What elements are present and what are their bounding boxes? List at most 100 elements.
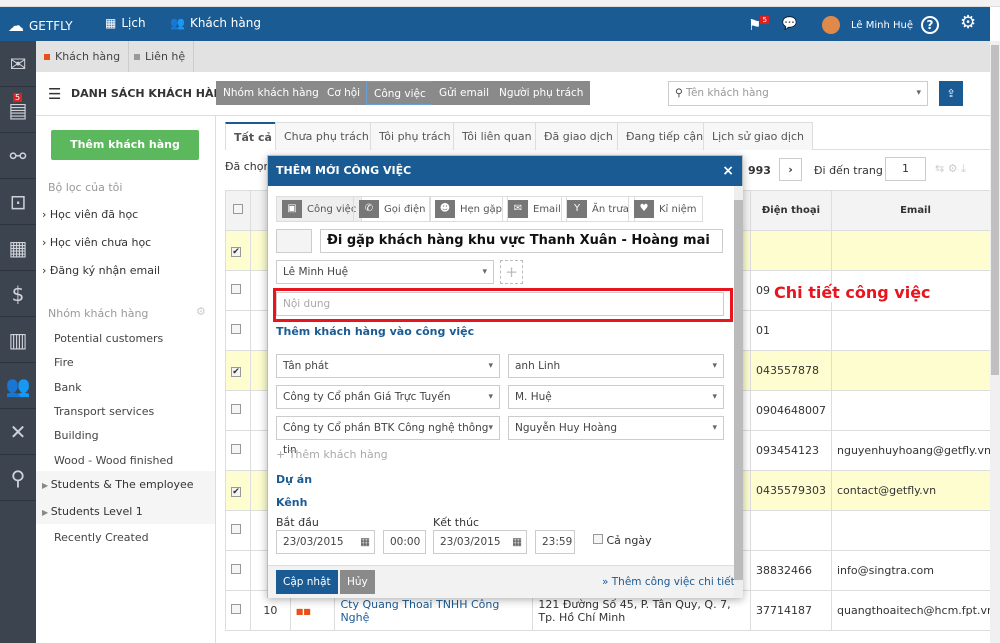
group-button[interactable]: Nhóm khách hàng bbox=[216, 81, 326, 105]
row-checkbox[interactable] bbox=[231, 444, 241, 454]
tab-mine[interactable]: Tôi phụ trách bbox=[370, 122, 460, 150]
recently-created[interactable]: Recently Created bbox=[54, 531, 149, 544]
row-checkbox[interactable]: ✔ bbox=[231, 367, 241, 377]
swap-gear-download-icons[interactable]: ⇆ ⚙ ⤓ bbox=[935, 162, 966, 176]
group-item[interactable]: Building bbox=[54, 429, 99, 442]
user-menu[interactable]: Lê Minh Huệ bbox=[822, 16, 913, 34]
customer-select[interactable]: Tân phát bbox=[276, 354, 500, 378]
total-count: 993 bbox=[748, 164, 771, 177]
tab-related[interactable]: Tôi liên quan bbox=[453, 122, 541, 150]
contact-select[interactable]: M. Huệ bbox=[508, 385, 724, 409]
task-name-input[interactable]: Đi gặp khách hàng khu vực Thanh Xuân - H… bbox=[320, 229, 723, 253]
group-item-expandable[interactable]: ▶ Students & The employee bbox=[42, 478, 194, 491]
tab-all[interactable]: Tất cả bbox=[225, 122, 281, 150]
nav-customers[interactable]: 👥 Khách hàng bbox=[170, 16, 261, 30]
flag-icon: ⚑ bbox=[748, 16, 762, 34]
row-checkbox[interactable] bbox=[231, 404, 241, 414]
chat-icon[interactable]: 💬 bbox=[782, 16, 797, 30]
opportunity-button[interactable]: Cơ hội bbox=[320, 81, 368, 105]
group-item[interactable]: Bank bbox=[54, 381, 82, 394]
next-page-button[interactable]: › bbox=[779, 158, 802, 181]
subtab-contacts[interactable]: Liên hệ bbox=[126, 41, 195, 72]
send-email-button[interactable]: Gửi email bbox=[432, 81, 497, 105]
envelope-icon: ✉ bbox=[508, 200, 528, 218]
start-date-input[interactable]: 23/03/2015 ▦ bbox=[276, 530, 375, 554]
contact-select[interactable]: anh Linh bbox=[508, 354, 724, 378]
start-time-input[interactable]: 00:00 bbox=[383, 530, 426, 554]
logo[interactable]: ☁ GETFLY bbox=[8, 16, 73, 35]
all-day-checkbox[interactable]: Cả ngày bbox=[593, 534, 652, 547]
tab-approaching[interactable]: Đang tiếp cận bbox=[617, 122, 713, 150]
row-checkbox[interactable]: ✔ bbox=[231, 487, 241, 497]
add-customer-button[interactable]: Thêm khách hàng bbox=[51, 130, 199, 160]
page-input[interactable]: 1 bbox=[885, 157, 926, 181]
customer-search-input[interactable]: ⚲ Tên khách hàng bbox=[668, 81, 928, 106]
upload-icon[interactable]: ⇪ bbox=[939, 81, 963, 106]
row-checkbox[interactable] bbox=[231, 324, 241, 334]
task-button[interactable]: Công việc bbox=[366, 81, 434, 105]
menu-icon[interactable]: ☰ bbox=[48, 85, 61, 103]
workflow-icon[interactable]: ⚯ bbox=[0, 133, 36, 179]
group-item[interactable]: Fire bbox=[54, 356, 74, 369]
tab-unassigned[interactable]: Chưa phụ trách bbox=[275, 122, 378, 150]
calendar-icon[interactable]: ▦ bbox=[360, 531, 370, 553]
task-color-picker[interactable] bbox=[276, 229, 312, 253]
calendar-icon[interactable]: ▦ bbox=[512, 531, 522, 553]
left-panel: Thêm khách hàng Bộ lọc của tôi › Học viê… bbox=[36, 116, 216, 643]
mail-icon[interactable]: ✉ bbox=[0, 41, 36, 87]
sales-bag-icon[interactable]: $ bbox=[0, 271, 36, 317]
channel-label[interactable]: Kênh bbox=[276, 496, 307, 509]
row-checkbox[interactable] bbox=[231, 564, 241, 574]
type-lunch[interactable]: Y Ăn trưa bbox=[561, 196, 635, 222]
type-anniversary[interactable]: ♥ Kỉ niệm bbox=[628, 196, 703, 222]
group-item[interactable]: Potential customers bbox=[54, 332, 163, 345]
more-details-link[interactable]: » Thêm công việc chi tiết bbox=[602, 576, 735, 588]
add-assignee-plus-icon[interactable]: + bbox=[500, 260, 523, 284]
row-checkbox[interactable] bbox=[231, 604, 241, 614]
customer-select[interactable]: Công ty Cổ phần Giá Trực Tuyến bbox=[276, 385, 500, 409]
library-icon[interactable]: ▥ bbox=[0, 317, 36, 363]
nav-calendar[interactable]: ▦ Lịch bbox=[105, 16, 146, 30]
row-checkbox[interactable] bbox=[231, 284, 241, 294]
tab-history[interactable]: Lịch sử giao dịch bbox=[703, 122, 813, 150]
group-item-expandable[interactable]: ▶ Students Level 1 bbox=[42, 505, 143, 518]
select-all-checkbox[interactable] bbox=[232, 204, 243, 214]
project-label[interactable]: Dự án bbox=[276, 473, 312, 486]
contact-select[interactable]: Nguyễn Huy Hoàng bbox=[508, 416, 724, 440]
type-meeting[interactable]: ☻ Hẹn gặp bbox=[429, 196, 509, 222]
save-button[interactable]: Cập nhật bbox=[276, 570, 338, 594]
type-task[interactable]: ▣ Công việc bbox=[276, 196, 363, 222]
subtab-customers[interactable]: Khách hàng bbox=[36, 41, 130, 72]
news-icon[interactable]: ▦ bbox=[0, 225, 36, 271]
add-customer-link[interactable]: + Thêm khách hàng bbox=[276, 448, 388, 461]
assignee-select[interactable]: Lê Minh Huệ bbox=[276, 260, 494, 284]
network-icon[interactable]: ✕ bbox=[0, 409, 36, 455]
filter-item[interactable]: › Học viên chưa học bbox=[42, 236, 151, 249]
type-email[interactable]: ✉ Email bbox=[502, 196, 567, 222]
end-date-input[interactable]: 23/03/2015 ▦ bbox=[433, 530, 527, 554]
col-phone: Điện thoại bbox=[750, 190, 832, 231]
search-icon[interactable]: ⚲ bbox=[0, 455, 36, 501]
filter-item[interactable]: › Học viên đã học bbox=[42, 208, 138, 221]
notifications-button[interactable]: ⚑ 5 bbox=[748, 16, 769, 34]
customer-select[interactable]: Công ty Cổ phần BTK Công nghệ thông tin bbox=[276, 416, 500, 456]
page-scrollbar[interactable] bbox=[990, 41, 1000, 643]
modal-scrollbar[interactable] bbox=[734, 186, 743, 598]
tab-traded[interactable]: Đã giao dịch bbox=[535, 122, 622, 150]
tasks-icon[interactable]: ▤ 5 bbox=[0, 87, 36, 133]
filter-item[interactable]: › Đăng ký nhận email bbox=[42, 264, 160, 277]
close-icon[interactable]: × bbox=[722, 156, 734, 186]
row-checkbox[interactable] bbox=[231, 524, 241, 534]
end-time-input[interactable]: 23:59 bbox=[535, 530, 575, 554]
row-checkbox[interactable]: ✔ bbox=[231, 247, 241, 257]
type-call[interactable]: ✆ Gọi điện bbox=[353, 196, 432, 222]
presentation-icon[interactable]: ⊡ bbox=[0, 179, 36, 225]
assignee-button[interactable]: Người phụ trách bbox=[492, 81, 591, 105]
help-icon[interactable]: ? bbox=[921, 16, 939, 34]
cancel-button[interactable]: Hủy bbox=[340, 570, 375, 594]
group-item[interactable]: Transport services bbox=[54, 405, 154, 418]
group-item[interactable]: Wood - Wood finished bbox=[54, 454, 173, 467]
people-icon[interactable]: 👥 bbox=[0, 363, 36, 409]
settings-gear-icon[interactable]: ⚙ bbox=[960, 12, 976, 33]
groups-settings-gear-icon[interactable]: ⚙ bbox=[196, 305, 206, 318]
